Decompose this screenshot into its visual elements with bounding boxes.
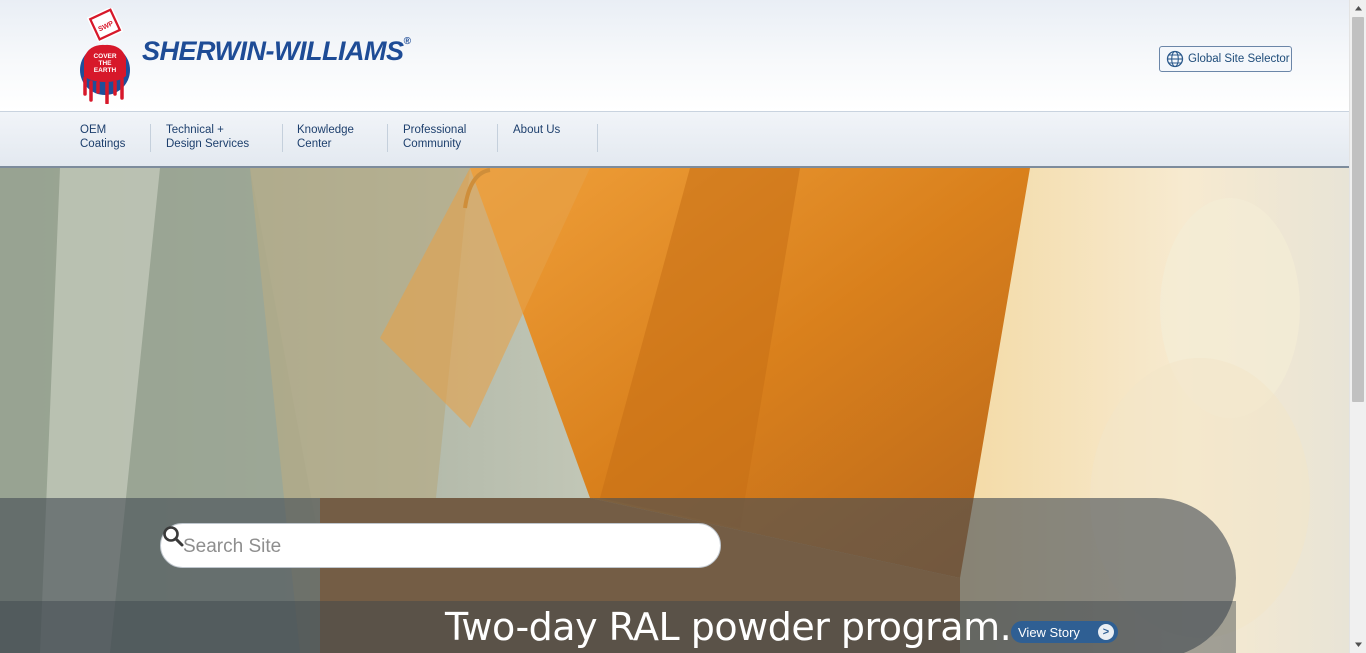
view-story-label: View Story (1018, 624, 1080, 640)
vertical-scrollbar[interactable] (1349, 0, 1366, 653)
global-site-selector-label: Global Site Selector (1188, 53, 1290, 65)
view-story-button[interactable]: View Story > (1011, 621, 1118, 643)
nav-item-technical-design-services[interactable]: Technical + Design Services (166, 123, 249, 151)
scrollbar-thumb[interactable] (1352, 17, 1364, 402)
page: SWP COVER THE EARTH SHERWIN-WILLIAMS® Gl… (0, 0, 1349, 653)
nav-item-about-us[interactable]: About Us (513, 123, 560, 137)
nav-divider (387, 124, 388, 152)
global-site-selector-button[interactable]: Global Site Selector (1159, 46, 1292, 72)
globe-icon (1166, 50, 1184, 68)
scroll-down-arrow-icon[interactable] (1350, 636, 1366, 653)
nav-item-oem-coatings[interactable]: OEM Coatings (80, 123, 125, 151)
nav-divider (497, 124, 498, 152)
search-input[interactable] (181, 534, 665, 560)
scroll-up-arrow-icon[interactable] (1350, 0, 1366, 17)
search-box (160, 523, 721, 568)
hero-banner: Two-day RAL powder program. View Story > (0, 168, 1349, 653)
registered-mark: ® (403, 36, 411, 47)
brand-wordmark: SHERWIN-WILLIAMS® (142, 36, 411, 67)
svg-text:EARTH: EARTH (94, 67, 117, 74)
svg-text:COVER: COVER (93, 53, 116, 60)
nav-divider (150, 124, 151, 152)
main-navigation: OEM Coatings Technical + Design Services… (0, 112, 1349, 168)
brand-name: SHERWIN-WILLIAMS (142, 36, 404, 66)
sherwin-williams-logo[interactable]: SWP COVER THE EARTH SHERWIN-WILLIAMS® (79, 6, 419, 105)
nav-divider (597, 124, 598, 152)
nav-divider (282, 124, 283, 152)
search-icon[interactable] (161, 524, 185, 548)
nav-item-knowledge-center[interactable]: Knowledge Center (297, 123, 354, 151)
svg-text:THE: THE (99, 60, 113, 67)
hero-headline: Two-day RAL powder program. (445, 605, 1012, 649)
site-header: SWP COVER THE EARTH SHERWIN-WILLIAMS® Gl… (0, 0, 1349, 112)
chevron-right-icon: > (1098, 624, 1114, 640)
nav-item-professional-community[interactable]: Professional Community (403, 123, 466, 151)
cover-the-earth-logo-icon: SWP COVER THE EARTH (80, 6, 130, 105)
